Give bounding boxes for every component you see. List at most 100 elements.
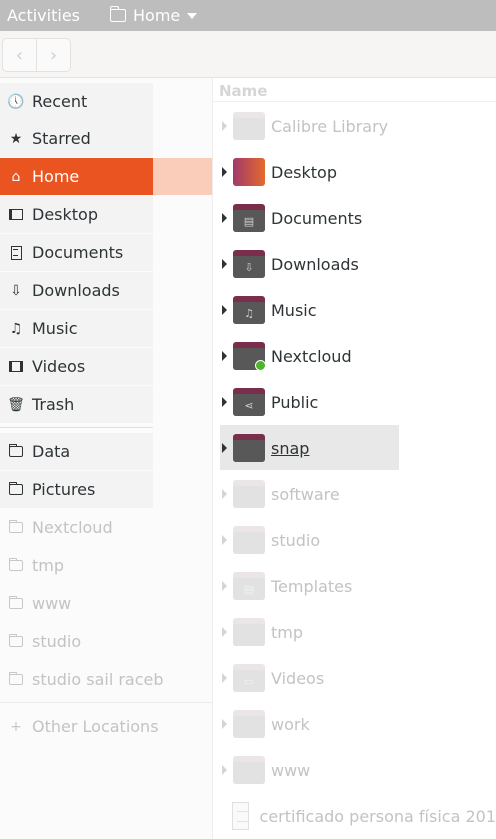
sidebar-item-label: Trash bbox=[32, 395, 75, 414]
sidebar-item-studio[interactable]: studio bbox=[0, 623, 153, 660]
file-name: Public bbox=[271, 392, 319, 412]
sidebar-item-data[interactable]: Data bbox=[0, 433, 153, 470]
sidebar-item-label: studio bbox=[32, 632, 82, 651]
expand-arrow-icon[interactable] bbox=[222, 673, 227, 683]
videos-folder-icon: ▭ bbox=[233, 664, 265, 692]
sidebar-item-label: tmp bbox=[32, 556, 65, 575]
list-item[interactable]: tmp bbox=[213, 609, 496, 655]
document-icon bbox=[8, 245, 24, 261]
folder-icon bbox=[109, 6, 126, 22]
folder-icon bbox=[233, 112, 265, 140]
list-item[interactable]: ▤ Documents bbox=[213, 195, 496, 241]
folder-icon bbox=[233, 434, 265, 462]
chevron-left-icon: ‹ bbox=[15, 44, 24, 66]
column-header-name[interactable]: Name bbox=[219, 82, 267, 100]
sidebar-item-trash[interactable]: 🗑 Trash bbox=[0, 386, 153, 423]
sidebar-item-label: Videos bbox=[32, 357, 86, 376]
file-name: studio bbox=[271, 530, 321, 550]
folder-icon bbox=[8, 557, 24, 574]
expand-arrow-icon[interactable] bbox=[222, 351, 227, 361]
list-item[interactable]: ▤ Templates bbox=[213, 563, 496, 609]
list-item[interactable]: ▭ Videos bbox=[213, 655, 496, 701]
sidebar-selection-tail bbox=[153, 158, 212, 195]
sidebar-item-www[interactable]: www bbox=[0, 585, 153, 622]
expand-arrow-icon[interactable] bbox=[222, 627, 227, 637]
list-item[interactable]: certificado persona física 201 bbox=[213, 793, 496, 839]
sidebar-item-label: Recent bbox=[32, 92, 88, 111]
back-button[interactable]: ‹ bbox=[3, 39, 36, 71]
list-item[interactable]: Calibre Library bbox=[213, 103, 496, 149]
sidebar-item-studio-sail-raceb[interactable]: studio sail raceb bbox=[0, 661, 200, 698]
chevron-down-icon bbox=[187, 12, 198, 19]
list-item[interactable]: work bbox=[213, 701, 496, 747]
list-item[interactable]: www bbox=[213, 747, 496, 793]
sidebar-item-nextcloud[interactable]: Nextcloud bbox=[0, 509, 153, 546]
expand-arrow-icon[interactable] bbox=[222, 719, 227, 729]
sidebar-item-label: Documents bbox=[32, 243, 124, 262]
music-folder-icon: ♫ bbox=[233, 296, 265, 324]
file-list: Name Calibre Library Desktop ▤ Documents… bbox=[213, 78, 496, 839]
file-name: Calibre Library bbox=[271, 116, 389, 136]
sidebar-item-videos[interactable]: Videos bbox=[0, 348, 153, 385]
activities-button[interactable]: Activities bbox=[7, 6, 80, 25]
list-item[interactable]: Nextcloud bbox=[213, 333, 496, 379]
expand-arrow-icon[interactable] bbox=[222, 305, 227, 315]
file-name: work bbox=[271, 714, 310, 734]
folder-icon bbox=[233, 710, 265, 738]
sidebar-item-downloads[interactable]: ⇩ Downloads bbox=[0, 272, 153, 309]
sidebar-item-tmp[interactable]: tmp bbox=[0, 547, 153, 584]
list-item-selected[interactable]: snap bbox=[213, 425, 496, 471]
list-item[interactable]: ⋖ Public bbox=[213, 379, 496, 425]
sidebar-item-pictures[interactable]: Pictures bbox=[0, 471, 153, 508]
sidebar-item-recent[interactable]: 🕔 Recent bbox=[0, 83, 153, 120]
file-name: software bbox=[271, 484, 340, 504]
trash-icon: 🗑 bbox=[7, 396, 25, 413]
sidebar-item-other-locations[interactable]: + Other Locations bbox=[0, 708, 200, 745]
app-menu-label: Home bbox=[133, 6, 181, 25]
sidebar-item-label: Pictures bbox=[32, 480, 96, 499]
expand-arrow-icon[interactable] bbox=[222, 489, 227, 499]
expand-arrow-icon[interactable] bbox=[222, 535, 227, 545]
expand-arrow-icon[interactable] bbox=[222, 397, 227, 407]
synced-folder-icon bbox=[233, 342, 266, 371]
sidebar-item-label: Home bbox=[32, 167, 80, 186]
sidebar-item-documents[interactable]: Documents bbox=[0, 234, 153, 271]
folder-icon bbox=[8, 633, 24, 650]
folder-icon bbox=[233, 618, 265, 646]
sidebar-item-home[interactable]: ⌂ Home bbox=[0, 158, 153, 195]
list-item[interactable]: Desktop bbox=[213, 149, 496, 195]
forward-button[interactable]: › bbox=[36, 39, 70, 71]
expand-arrow-icon[interactable] bbox=[222, 765, 227, 775]
column-header-divider bbox=[213, 101, 496, 102]
list-item[interactable]: ♫ Music bbox=[213, 287, 496, 333]
sidebar-item-label: www bbox=[32, 594, 72, 613]
expand-arrow-icon[interactable] bbox=[222, 581, 227, 591]
sidebar-item-desktop[interactable]: Desktop bbox=[0, 196, 153, 233]
templates-folder-icon: ▤ bbox=[233, 572, 265, 600]
folder-icon bbox=[8, 443, 24, 460]
sidebar-item-label: studio sail raceb bbox=[32, 670, 164, 689]
plus-icon: + bbox=[10, 718, 22, 735]
list-item[interactable]: studio bbox=[213, 517, 496, 563]
expand-arrow-icon[interactable] bbox=[222, 213, 227, 223]
expand-arrow-icon[interactable] bbox=[222, 259, 227, 269]
desktop-folder-icon bbox=[233, 158, 265, 186]
expand-arrow-icon[interactable] bbox=[222, 121, 227, 131]
expand-arrow-icon[interactable] bbox=[222, 443, 227, 453]
file-name: certificado persona física 201 bbox=[259, 806, 496, 826]
list-item[interactable]: ⇩ Downloads bbox=[213, 241, 496, 287]
clock-icon: 🕔 bbox=[7, 93, 25, 110]
file-name: Nextcloud bbox=[271, 346, 352, 366]
downloads-folder-icon: ⇩ bbox=[233, 250, 265, 278]
sync-check-icon bbox=[255, 360, 266, 371]
sidebar-item-starred[interactable]: ★ Starred bbox=[0, 120, 153, 157]
list-item[interactable]: software bbox=[213, 471, 496, 517]
app-menu[interactable]: Home bbox=[109, 6, 198, 25]
folder-icon bbox=[233, 480, 265, 508]
folder-icon bbox=[8, 671, 24, 688]
sidebar-item-label: Nextcloud bbox=[32, 518, 113, 537]
expand-arrow-icon[interactable] bbox=[222, 167, 227, 177]
file-name: Downloads bbox=[271, 254, 359, 274]
sidebar-item-music[interactable]: ♫ Music bbox=[0, 310, 153, 347]
sidebar-item-label: Data bbox=[32, 442, 71, 461]
